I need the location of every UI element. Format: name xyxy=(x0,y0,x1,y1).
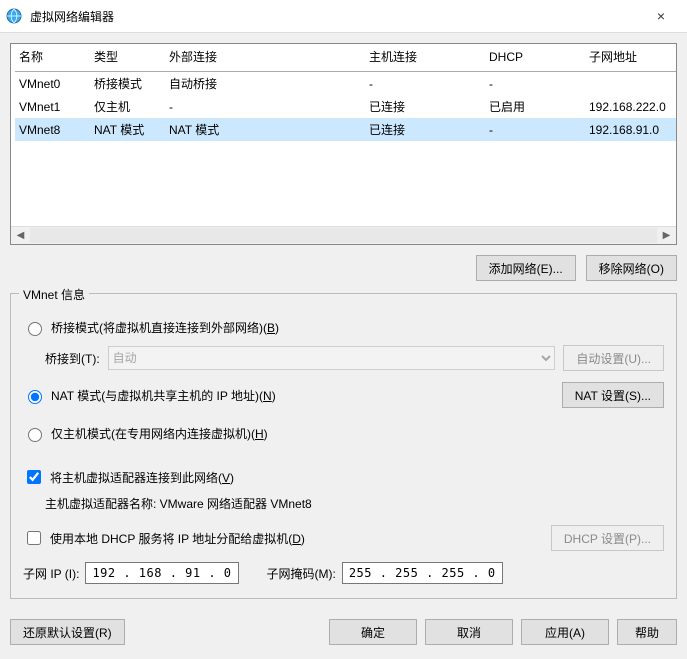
col-host[interactable]: 主机连接 xyxy=(365,44,485,72)
host-adapter-checkbox[interactable] xyxy=(27,470,41,484)
horizontal-scrollbar[interactable]: ◀ ▶ xyxy=(11,226,676,244)
window-title: 虚拟网络编辑器 xyxy=(30,8,641,25)
subnet-mask-label: 子网掩码(M): xyxy=(267,565,336,582)
close-button[interactable]: × xyxy=(641,0,681,32)
scroll-right-icon[interactable]: ▶ xyxy=(658,228,675,243)
subnet-ip-label: 子网 IP (I): xyxy=(23,565,79,582)
apply-button[interactable]: 应用(A) xyxy=(521,619,609,645)
col-external[interactable]: 外部连接 xyxy=(165,44,365,72)
scroll-track[interactable] xyxy=(30,228,657,243)
col-type[interactable]: 类型 xyxy=(90,44,165,72)
help-button[interactable]: 帮助 xyxy=(617,619,677,645)
hostonly-radio[interactable] xyxy=(28,428,42,442)
host-adapter-name: 主机虚拟适配器名称: VMware 网络适配器 VMnet8 xyxy=(45,495,312,512)
subnet-ip-input[interactable]: 192 . 168 . 91 . 0 xyxy=(85,562,238,584)
table-row[interactable]: VMnet0桥接模式 自动桥接- - xyxy=(15,72,676,96)
col-subnet[interactable]: 子网地址 xyxy=(585,44,676,72)
titlebar: 虚拟网络编辑器 × xyxy=(0,0,687,33)
content-area: 名称 类型 外部连接 主机连接 DHCP 子网地址 VMnet0桥接模式 自动桥… xyxy=(0,33,687,607)
table-header-row: 名称 类型 外部连接 主机连接 DHCP 子网地址 xyxy=(15,44,676,72)
nat-radio[interactable] xyxy=(28,390,42,404)
vmnet-info-group: VMnet 信息 桥接模式(将虚拟机直接连接到外部网络)(B) 桥接到(T): … xyxy=(10,293,677,599)
bridge-to-combo[interactable]: 自动 xyxy=(108,346,556,370)
bridge-radio-label[interactable]: 桥接模式(将虚拟机直接连接到外部网络)(B) xyxy=(23,319,279,336)
dhcp-settings-button[interactable]: DHCP 设置(P)... xyxy=(551,525,664,551)
bridge-radio[interactable] xyxy=(28,322,42,336)
ok-button[interactable]: 确定 xyxy=(329,619,417,645)
auto-settings-button[interactable]: 自动设置(U)... xyxy=(563,345,664,371)
dialog-footer: 还原默认设置(R) 确定 取消 应用(A) 帮助 xyxy=(0,607,687,659)
col-name[interactable]: 名称 xyxy=(15,44,90,72)
restore-defaults-button[interactable]: 还原默认设置(R) xyxy=(10,619,125,645)
dhcp-checkbox[interactable] xyxy=(27,531,41,545)
col-dhcp[interactable]: DHCP xyxy=(485,44,585,72)
scroll-left-icon[interactable]: ◀ xyxy=(12,228,29,243)
table-row[interactable]: VMnet1仅主机 -已连接 已启用192.168.222.0 xyxy=(15,95,676,118)
table-row-selected[interactable]: VMnet8NAT 模式 NAT 模式已连接 -192.168.91.0 xyxy=(15,118,676,141)
app-icon xyxy=(6,8,22,24)
vmnet-info-legend: VMnet 信息 xyxy=(19,286,89,303)
host-adapter-checkbox-label[interactable]: 将主机虚拟适配器连接到此网络(V) xyxy=(23,467,234,487)
dhcp-checkbox-label[interactable]: 使用本地 DHCP 服务将 IP 地址分配给虚拟机(D) xyxy=(23,528,305,548)
network-table: 名称 类型 外部连接 主机连接 DHCP 子网地址 VMnet0桥接模式 自动桥… xyxy=(10,43,677,245)
subnet-mask-input[interactable]: 255 . 255 . 255 . 0 xyxy=(342,562,503,584)
hostonly-radio-label[interactable]: 仅主机模式(在专用网络内连接虚拟机)(H) xyxy=(23,425,268,442)
nat-settings-button[interactable]: NAT 设置(S)... xyxy=(562,382,664,408)
virtual-network-editor-window: 虚拟网络编辑器 × 名称 类型 外部连接 主机连接 xyxy=(0,0,687,659)
remove-network-button[interactable]: 移除网络(O) xyxy=(586,255,677,281)
cancel-button[interactable]: 取消 xyxy=(425,619,513,645)
bridge-to-label: 桥接到(T): xyxy=(45,350,100,367)
add-network-button[interactable]: 添加网络(E)... xyxy=(476,255,576,281)
nat-radio-label[interactable]: NAT 模式(与虚拟机共享主机的 IP 地址)(N) xyxy=(23,387,276,404)
